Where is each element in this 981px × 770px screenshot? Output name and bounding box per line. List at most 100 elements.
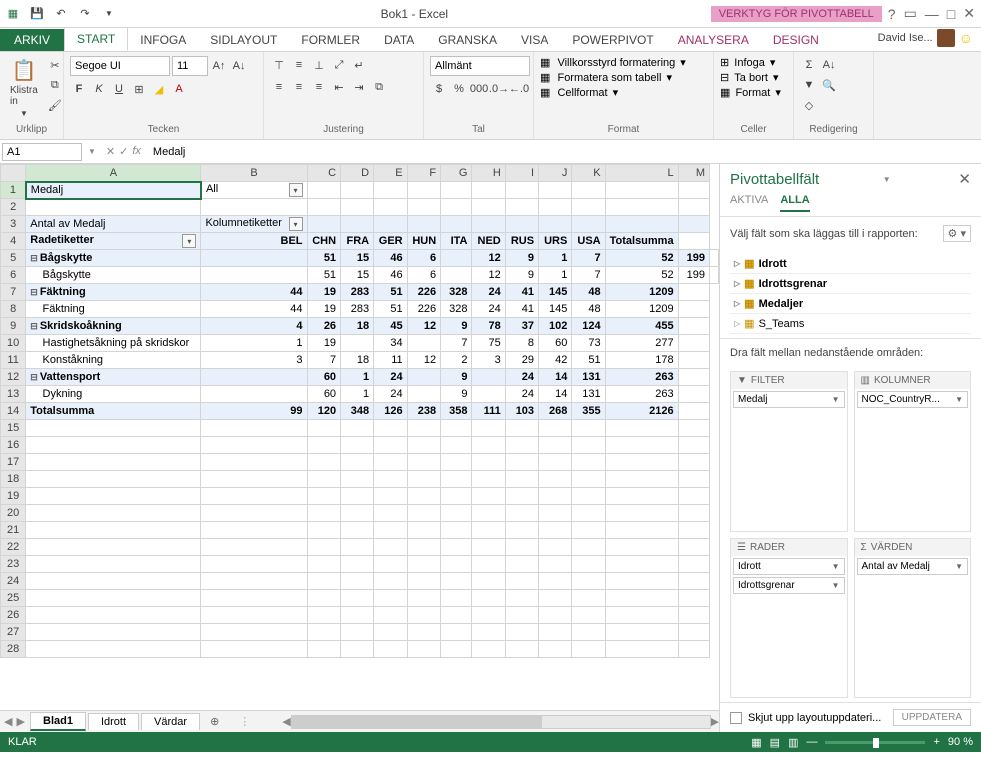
currency-icon[interactable]: $ <box>430 80 448 98</box>
zoom-out-icon[interactable]: — <box>806 736 817 748</box>
field-item[interactable]: ▷▦Idrott <box>730 254 971 274</box>
zoom-in-icon[interactable]: + <box>933 736 939 748</box>
chip-idrott[interactable]: Idrott▼ <box>733 558 845 575</box>
row-header[interactable]: 17 <box>1 454 26 471</box>
spreadsheet-grid[interactable]: ABCDEFGHIJKLM1MedaljAll▾23Antal av Medal… <box>0 164 719 710</box>
inc-decimal-icon[interactable]: .0→ <box>490 80 508 98</box>
field-item[interactable]: ▷▦S_Teams <box>730 314 971 334</box>
row-header[interactable]: 11 <box>1 352 26 369</box>
scroll-right-icon[interactable]: ▶ <box>711 715 719 728</box>
tab-home[interactable]: START <box>64 27 128 51</box>
defer-checkbox[interactable] <box>730 712 742 724</box>
update-button[interactable]: UPPDATERA <box>893 709 971 726</box>
row-header[interactable]: 28 <box>1 641 26 658</box>
redo-icon[interactable]: ↷ <box>76 5 94 23</box>
pane-tab-all[interactable]: ALLA <box>780 194 809 212</box>
paste-button[interactable]: 📋 Klistra in ▼ <box>6 56 42 120</box>
col-header[interactable]: I <box>505 165 538 182</box>
col-header[interactable]: J <box>539 165 572 182</box>
row-header[interactable]: 18 <box>1 471 26 488</box>
row-header[interactable]: 12 <box>1 369 26 386</box>
formula-input[interactable]: Medalj <box>147 144 981 160</box>
sheet-tab-vardar[interactable]: Värdar <box>141 713 200 730</box>
align-middle-icon[interactable]: ≡ <box>290 56 308 74</box>
sheet-tab-idrott[interactable]: Idrott <box>88 713 139 730</box>
tab-review[interactable]: GRANSKA <box>426 29 509 51</box>
col-header[interactable]: D <box>341 165 374 182</box>
maximize-icon[interactable]: □ <box>947 6 955 22</box>
tab-insert[interactable]: INFOGA <box>128 29 198 51</box>
horizontal-scrollbar[interactable] <box>291 715 711 729</box>
row-header[interactable]: 15 <box>1 420 26 437</box>
row-header[interactable]: 1 <box>1 182 26 199</box>
row-header[interactable]: 14 <box>1 403 26 420</box>
format-cells-button[interactable]: ▦ Format ▾ <box>720 86 781 99</box>
chip-country[interactable]: NOC_CountryR...▼ <box>857 391 969 408</box>
find-icon[interactable]: 🔍 <box>820 76 838 94</box>
sheet-nav-next-icon[interactable]: ▶ <box>16 715 24 728</box>
ribbon-options-icon[interactable]: ▭ <box>904 5 917 22</box>
tab-formulas[interactable]: FORMLER <box>289 29 372 51</box>
row-header[interactable]: 27 <box>1 624 26 641</box>
col-header[interactable]: H <box>472 165 505 182</box>
minimize-icon[interactable]: — <box>925 6 939 22</box>
shrink-font-icon[interactable]: A↓ <box>230 57 248 75</box>
field-item[interactable]: ▷▦Medaljer <box>730 294 971 314</box>
tab-data[interactable]: DATA <box>372 29 426 51</box>
align-right-icon[interactable]: ≡ <box>310 78 328 96</box>
row-header[interactable]: 5 <box>1 250 26 267</box>
col-header[interactable]: L <box>605 165 678 182</box>
bold-button[interactable]: F <box>70 80 88 98</box>
col-header[interactable]: C <box>307 165 341 182</box>
pane-tab-active[interactable]: AKTIVA <box>730 194 768 212</box>
area-values[interactable]: ΣVÄRDEN Antal av Medalj▼ <box>854 538 972 699</box>
row-header[interactable]: 9 <box>1 318 26 335</box>
col-header[interactable]: B <box>201 165 307 182</box>
scroll-left-icon[interactable]: ◀ <box>282 715 290 728</box>
fill-icon[interactable]: ▼ <box>800 76 818 94</box>
cut-icon[interactable]: ✂ <box>46 56 64 74</box>
tab-file[interactable]: ARKIV <box>0 29 64 51</box>
indent-inc-icon[interactable]: ⇥ <box>350 78 368 96</box>
row-header[interactable]: 8 <box>1 301 26 318</box>
area-filters[interactable]: ▼FILTER Medalj▼ <box>730 371 848 532</box>
row-header[interactable]: 20 <box>1 505 26 522</box>
tab-design[interactable]: DESIGN <box>761 29 831 51</box>
sheet-nav-prev-icon[interactable]: ◀ <box>4 715 12 728</box>
delete-cells-button[interactable]: ⊟ Ta bort ▾ <box>720 71 779 84</box>
insert-cells-button[interactable]: ⊞ Infoga ▾ <box>720 56 775 69</box>
user-account[interactable]: David Ise... ☺ <box>870 25 981 51</box>
name-dropdown-icon[interactable]: ▼ <box>84 147 100 156</box>
font-size-combo[interactable] <box>172 56 208 76</box>
copy-icon[interactable]: ⧉ <box>46 76 64 94</box>
indent-dec-icon[interactable]: ⇤ <box>330 78 348 96</box>
italic-button[interactable]: K <box>90 80 108 98</box>
col-header[interactable]: G <box>441 165 472 182</box>
tab-analyze[interactable]: ANALYSERA <box>666 29 761 51</box>
format-as-table-button[interactable]: ▦ Formatera som tabell ▾ <box>540 71 672 84</box>
comma-icon[interactable]: 000 <box>470 80 488 98</box>
qat-dropdown-icon[interactable]: ▼ <box>100 5 118 23</box>
pane-close-icon[interactable]: ✕ <box>954 170 971 188</box>
grow-font-icon[interactable]: A↑ <box>210 57 228 75</box>
pane-options-icon[interactable]: ▼ <box>883 175 891 184</box>
row-header[interactable]: 22 <box>1 539 26 556</box>
row-header[interactable]: 16 <box>1 437 26 454</box>
chip-medalj[interactable]: Medalj▼ <box>733 391 845 408</box>
tab-layout[interactable]: SIDLAYOUT <box>198 29 289 51</box>
underline-button[interactable]: U <box>110 80 128 98</box>
autosum-icon[interactable]: Σ <box>800 56 818 74</box>
col-header[interactable]: A <box>26 165 201 182</box>
field-item[interactable]: ▷▦Idrottsgrenar <box>730 274 971 294</box>
cancel-formula-icon[interactable]: ✕ <box>106 145 115 158</box>
enter-formula-icon[interactable]: ✓ <box>119 145 128 158</box>
view-pagebreak-icon[interactable]: ▥ <box>788 736 798 749</box>
align-center-icon[interactable]: ≡ <box>290 78 308 96</box>
col-header[interactable]: F <box>407 165 441 182</box>
view-normal-icon[interactable]: ▦ <box>751 736 761 749</box>
gear-icon[interactable]: ⚙ ▾ <box>943 225 971 242</box>
align-top-icon[interactable]: ⊤ <box>270 56 288 74</box>
zoom-value[interactable]: 90 % <box>948 736 973 748</box>
row-header[interactable]: 13 <box>1 386 26 403</box>
row-header[interactable]: 21 <box>1 522 26 539</box>
